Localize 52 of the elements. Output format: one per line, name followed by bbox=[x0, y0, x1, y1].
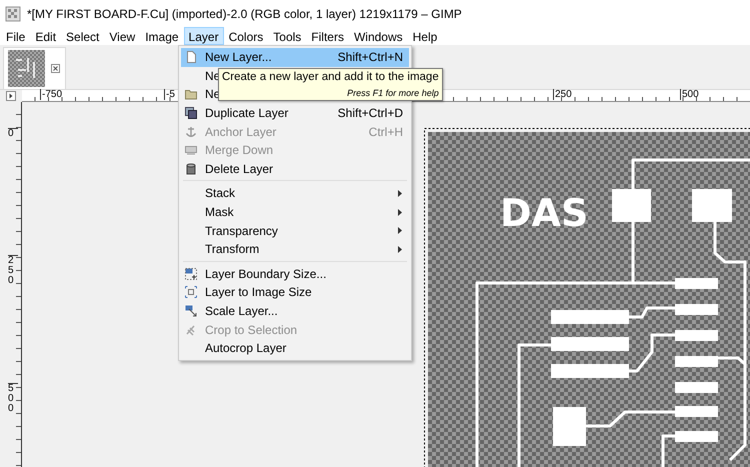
layer-boundary-icon bbox=[185, 268, 197, 280]
close-icon[interactable] bbox=[51, 64, 60, 73]
menu-item[interactable]: Layer to Image Size bbox=[181, 283, 409, 302]
ruler-label: 250 bbox=[8, 255, 18, 286]
tooltip-hint: Press F1 for more help bbox=[346, 88, 439, 99]
crop-icon bbox=[185, 324, 197, 336]
scale-layer-icon bbox=[185, 305, 197, 318]
menu-item[interactable]: Autocrop Layer bbox=[181, 338, 409, 358]
submenu-arrow-icon bbox=[398, 208, 403, 216]
menu-item[interactable]: Mask bbox=[181, 202, 409, 222]
menu-item[interactable]: Image bbox=[140, 27, 184, 45]
menu-item[interactable]: Scale Layer... bbox=[181, 302, 409, 320]
menu-item[interactable]: Layer Boundary Size... bbox=[181, 264, 409, 284]
duplicate-icon bbox=[185, 107, 197, 120]
ruler-label: 250 bbox=[553, 89, 572, 100]
bin-icon bbox=[185, 162, 197, 175]
image-tab[interactable] bbox=[3, 47, 66, 89]
anchor-icon bbox=[185, 126, 197, 138]
menu-item[interactable]: Layer bbox=[184, 27, 224, 45]
merge-icon bbox=[185, 144, 197, 156]
menu-item[interactable]: Select bbox=[61, 27, 104, 45]
menu-item[interactable]: Filters bbox=[306, 27, 349, 45]
navigate-icon[interactable] bbox=[6, 91, 16, 101]
ruler-label: 500 bbox=[8, 383, 18, 414]
menu-item[interactable]: Windows bbox=[348, 27, 408, 45]
menu-item[interactable]: Edit bbox=[30, 27, 62, 45]
menu-item[interactable]: Delete Layer bbox=[181, 160, 409, 178]
menu-item[interactable]: Stack bbox=[181, 184, 409, 203]
ruler-label: 0 bbox=[8, 128, 18, 139]
menu-item[interactable]: File bbox=[1, 27, 30, 45]
menu-item[interactable]: New Layer... Shift+Ctrl+N bbox=[181, 48, 409, 67]
page-icon bbox=[185, 51, 197, 64]
menu-item[interactable]: Tools bbox=[268, 27, 306, 45]
layer-to-image-icon bbox=[185, 286, 197, 298]
ruler-label: 500 bbox=[680, 89, 699, 100]
window-title: *[MY FIRST BOARD-F.Cu] (imported)-2.0 (RGB color, 1 layer) 1219x1179 – GIMP bbox=[27, 6, 462, 22]
tooltip-text: Create a new layer and add it to the image bbox=[222, 70, 439, 84]
folder-icon bbox=[185, 88, 197, 100]
menu-item[interactable]: View bbox=[104, 27, 140, 45]
submenu-arrow-icon bbox=[398, 190, 403, 197]
menu-item[interactable]: Duplicate Layer Shift+Ctrl+D bbox=[181, 104, 409, 122]
menu-item[interactable]: Colors bbox=[224, 27, 268, 45]
ruler-label: -750 bbox=[40, 89, 62, 100]
menu-item[interactable]: Transform bbox=[181, 240, 409, 259]
submenu-arrow-icon bbox=[398, 227, 403, 234]
board-label: DAS bbox=[500, 191, 588, 235]
menu-item[interactable]: Transparency bbox=[181, 221, 409, 240]
app-icon bbox=[5, 6, 21, 22]
submenu-arrow-icon bbox=[398, 246, 403, 253]
menu-item[interactable]: Help bbox=[408, 27, 442, 45]
image-thumbnail-icon bbox=[8, 50, 45, 87]
ruler-label: -5 bbox=[164, 89, 175, 100]
